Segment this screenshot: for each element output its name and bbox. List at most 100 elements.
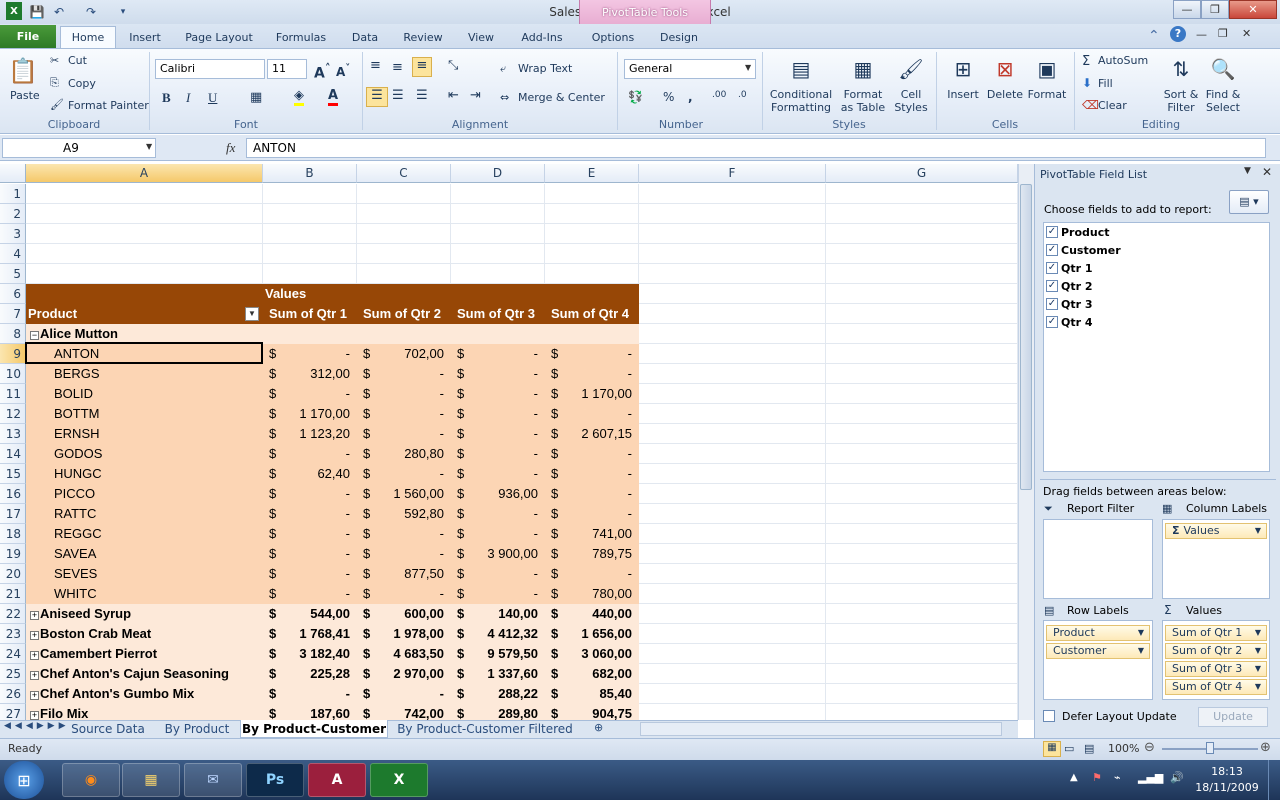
align-center-icon[interactable]: ☰ bbox=[392, 88, 404, 103]
sort-filter-icon[interactable]: ⇅ bbox=[1166, 54, 1196, 84]
fill-color-icon[interactable]: ◈ bbox=[294, 88, 304, 106]
sheet-tab-by-product-customer[interactable]: By Product-Customer bbox=[240, 720, 388, 738]
pivot-value-cell[interactable]: $1 768,41 bbox=[263, 624, 357, 644]
row-header[interactable]: 14 bbox=[0, 444, 26, 464]
pivot-value-cell[interactable] bbox=[545, 324, 639, 344]
field-item[interactable]: ✓ Qtr 2 bbox=[1046, 277, 1093, 295]
cell[interactable] bbox=[639, 644, 826, 664]
pivot-value-cell[interactable]: $ - bbox=[357, 524, 451, 544]
font-color-icon[interactable]: A bbox=[328, 88, 339, 106]
pivot-customer-row[interactable]: HUNGC bbox=[26, 464, 263, 484]
align-right-icon[interactable]: ☰ bbox=[416, 88, 428, 103]
start-button-icon[interactable]: ⊞ bbox=[4, 761, 44, 799]
pivot-value-cell[interactable]: $702,00 bbox=[357, 344, 451, 364]
zoom-slider-thumb[interactable] bbox=[1206, 742, 1214, 754]
cell[interactable] bbox=[826, 584, 1018, 604]
insert-cells-button[interactable]: Insert bbox=[940, 88, 986, 101]
tab-home[interactable]: Home bbox=[60, 26, 116, 48]
align-bottom-icon[interactable]: ≡ bbox=[412, 57, 432, 77]
pivot-value-cell[interactable]: $877,50 bbox=[357, 564, 451, 584]
cell[interactable] bbox=[639, 684, 826, 704]
pivot-value-cell[interactable]: $ - bbox=[263, 484, 357, 504]
find-select-button[interactable]: Find & Select bbox=[1200, 88, 1246, 114]
cell[interactable] bbox=[826, 524, 1018, 544]
pivot-customer-row[interactable]: SEVES bbox=[26, 564, 263, 584]
field-checkbox-checked-icon[interactable]: ✓ bbox=[1046, 244, 1058, 256]
format-as-table-button[interactable]: Format as Table bbox=[836, 88, 890, 114]
thunderbird-taskbar-icon[interactable]: ✉ bbox=[184, 763, 242, 797]
row-header[interactable]: 21 bbox=[0, 584, 26, 604]
pill-dropdown-icon[interactable]: ▼ bbox=[1138, 644, 1144, 658]
pivot-value-cell[interactable]: $ - bbox=[451, 444, 545, 464]
vertical-scroll-thumb[interactable] bbox=[1020, 184, 1032, 490]
pivot-value-cell[interactable]: $1 337,60 bbox=[451, 664, 545, 684]
pivot-product-row[interactable]: + Boston Crab Meat bbox=[26, 624, 263, 644]
column-header[interactable]: F bbox=[639, 164, 826, 183]
italic-icon[interactable]: I bbox=[186, 90, 190, 106]
sheet-tab-by-product[interactable]: By Product bbox=[156, 720, 238, 738]
close-button[interactable]: ✕ bbox=[1229, 0, 1277, 19]
pivot-value-cell[interactable]: $ - bbox=[545, 464, 639, 484]
expand-icon[interactable]: + bbox=[30, 691, 39, 700]
cell[interactable] bbox=[451, 224, 545, 244]
column-header[interactable]: A bbox=[26, 164, 263, 183]
field-checkbox-checked-icon[interactable]: ✓ bbox=[1046, 262, 1058, 274]
cell[interactable] bbox=[545, 224, 639, 244]
pivot-value-cell[interactable]: $ - bbox=[545, 364, 639, 384]
pivot-value-cell[interactable]: $ - bbox=[263, 564, 357, 584]
pivot-value-cell[interactable]: $ - bbox=[263, 684, 357, 704]
pivot-value-cell[interactable]: $9 579,50 bbox=[451, 644, 545, 664]
cell[interactable] bbox=[639, 404, 826, 424]
value-field-pill[interactable]: Sum of Qtr 3 ▼ bbox=[1165, 661, 1267, 677]
horizontal-scrollbar[interactable] bbox=[640, 722, 1002, 736]
cell[interactable] bbox=[639, 304, 826, 324]
page-layout-view-icon[interactable]: ▭ bbox=[1064, 742, 1074, 755]
cell[interactable] bbox=[639, 224, 826, 244]
pivot-value-cell[interactable]: $3 182,40 bbox=[263, 644, 357, 664]
format-as-table-icon[interactable]: ▦ bbox=[848, 54, 878, 84]
row-header[interactable]: 6 bbox=[0, 284, 26, 304]
pivot-header-cell[interactable]: Values bbox=[263, 284, 357, 304]
autosum-button[interactable]: AutoSum bbox=[1098, 54, 1148, 67]
delete-cells-icon[interactable]: ⊠ bbox=[990, 54, 1020, 84]
row-header[interactable]: 8 bbox=[0, 324, 26, 344]
row-header[interactable]: 19 bbox=[0, 544, 26, 564]
pivot-product-row[interactable]: − Alice Mutton bbox=[26, 324, 263, 344]
cell[interactable] bbox=[545, 244, 639, 264]
pivot-value-cell[interactable]: $544,00 bbox=[263, 604, 357, 624]
pivot-value-cell[interactable]: $789,75 bbox=[545, 544, 639, 564]
pivot-customer-row[interactable]: BERGS bbox=[26, 364, 263, 384]
cell[interactable] bbox=[826, 424, 1018, 444]
borders-icon[interactable]: ▦ bbox=[250, 90, 262, 105]
accounting-format-icon[interactable]: 💱 bbox=[628, 90, 643, 104]
cell[interactable] bbox=[826, 244, 1018, 264]
pivot-value-cell[interactable]: $3 060,00 bbox=[545, 644, 639, 664]
pivot-value-cell[interactable]: $2 607,15 bbox=[545, 424, 639, 444]
field-item[interactable]: ✓ Qtr 3 bbox=[1046, 295, 1093, 313]
cut-button[interactable]: Cut bbox=[68, 54, 87, 67]
pivot-value-cell[interactable]: $1 170,00 bbox=[545, 384, 639, 404]
expand-icon[interactable]: + bbox=[30, 611, 39, 620]
zoom-level[interactable]: 100% bbox=[1108, 742, 1139, 755]
pivot-value-cell[interactable]: $780,00 bbox=[545, 584, 639, 604]
cell[interactable] bbox=[545, 264, 639, 284]
column-field-pill[interactable]: Σ Values ▼ bbox=[1165, 523, 1267, 539]
access-taskbar-icon[interactable]: A bbox=[308, 763, 366, 797]
pivot-customer-row[interactable]: BOLID bbox=[26, 384, 263, 404]
pivot-value-cell[interactable]: $ - bbox=[357, 404, 451, 424]
decrease-decimal-icon[interactable]: .0 bbox=[738, 90, 747, 100]
pivot-value-cell[interactable]: $280,80 bbox=[357, 444, 451, 464]
pill-dropdown-icon[interactable]: ▼ bbox=[1255, 680, 1261, 694]
tab-file[interactable]: File bbox=[0, 25, 56, 48]
row-header[interactable]: 4 bbox=[0, 244, 26, 264]
cell[interactable] bbox=[639, 204, 826, 224]
pivot-value-cell[interactable]: $ - bbox=[451, 464, 545, 484]
cell[interactable] bbox=[545, 204, 639, 224]
insert-sheet-icon[interactable]: ⊕ bbox=[594, 721, 603, 734]
font-name-combo[interactable]: Calibri bbox=[155, 59, 265, 79]
pivot-value-cell[interactable]: $ - bbox=[451, 424, 545, 444]
expand-icon[interactable]: + bbox=[30, 631, 39, 640]
cell[interactable] bbox=[639, 664, 826, 684]
cell-styles-icon[interactable]: 🖌 bbox=[896, 54, 926, 84]
merge-center-icon[interactable]: ⇔ bbox=[500, 91, 509, 104]
